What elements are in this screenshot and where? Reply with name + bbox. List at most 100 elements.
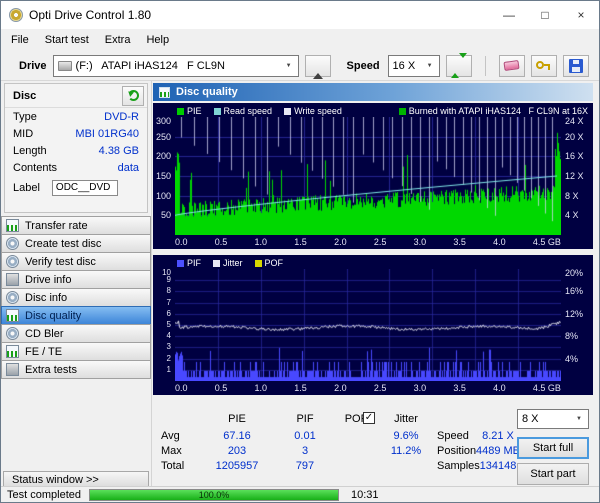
disc-field-type: Type DVD-R — [5, 108, 147, 125]
drive-select-value: (F:) ATAPI iHAS124 F CL9N — [76, 60, 225, 72]
sidebar-item-extra-tests[interactable]: Extra tests — [1, 360, 151, 379]
erase-disc-button[interactable] — [499, 55, 525, 77]
disc-label-input[interactable] — [52, 180, 118, 196]
pie-x-axis: 0.00.51.01.52.02.53.03.54.04.5 GB — [175, 235, 561, 248]
verify-disc-icon — [6, 255, 19, 268]
page-title: Disc quality — [176, 86, 238, 98]
burn-info: Burned with ATAPI iHAS124 F CL9N at 16X — [409, 106, 588, 116]
status-bar: Test completed 100.0% 10:31 — [1, 486, 599, 502]
window-controls: — □ × — [491, 1, 599, 29]
menu-file[interactable]: File — [3, 31, 37, 49]
start-part-button[interactable]: Start part — [517, 463, 589, 485]
close-button[interactable]: × — [563, 1, 599, 29]
pif-chart-legend: PIF Jitter POF — [153, 255, 593, 269]
drive-icon — [58, 61, 72, 71]
pie-chart-canvas — [175, 117, 561, 235]
col-header-pie: PIE — [203, 413, 271, 426]
col-header-pif: PIF — [279, 413, 331, 426]
sidebar-item-fe-te[interactable]: FE / TE — [1, 342, 151, 361]
maximize-button[interactable]: □ — [527, 1, 563, 29]
speed-select[interactable]: 16 X ▼ — [388, 55, 440, 77]
disc-box-title: Disc — [13, 90, 36, 102]
total-pie: 1205957 — [203, 460, 271, 473]
max-pie: 203 — [203, 445, 271, 458]
menu-help[interactable]: Help — [138, 31, 177, 49]
eraser-icon — [503, 60, 519, 71]
menu-extra[interactable]: Extra — [97, 31, 139, 49]
sidebar-item-transfer-rate[interactable]: Transfer rate — [1, 216, 151, 235]
window-title: Opti Drive Control 1.80 — [29, 8, 151, 22]
pif-x-axis: 0.00.51.01.52.02.53.03.54.04.5 GB — [175, 381, 561, 394]
read-speed-legend-swatch — [214, 108, 221, 115]
start-full-button[interactable]: Start full — [517, 437, 589, 459]
app-window: Opti Drive Control 1.80 — □ × File Start… — [0, 0, 600, 503]
cd-bler-icon — [6, 327, 19, 340]
pif-jitter-chart: PIF Jitter POF 10987654321 20%16%12%8%4%… — [153, 255, 593, 395]
progress-percent: 100.0% — [90, 490, 338, 500]
sidebar-item-disc-quality[interactable]: Disc quality — [1, 306, 151, 325]
write-speed-legend-swatch — [284, 108, 291, 115]
avg-pif: 0.01 — [279, 430, 331, 443]
toolbar-separator — [485, 56, 486, 76]
menu-bar: File Start test Extra Help — [1, 29, 599, 51]
sidebar-nav: Transfer rate Create test disc Verify te… — [1, 217, 151, 379]
refresh-icon — [128, 90, 139, 101]
jitter-checkbox[interactable]: ✓ — [363, 412, 375, 424]
eject-icon — [313, 58, 323, 73]
disc-field-length: Length 4.38 GB — [5, 142, 147, 159]
elapsed-time: 10:31 — [351, 489, 379, 501]
fe-te-icon — [6, 345, 19, 358]
up-down-arrows-icon — [451, 58, 467, 73]
speed-label: Speed — [347, 60, 380, 72]
jitter-y-axis-right: 20%16%12%8%4% — [561, 269, 593, 381]
avg-jitter: 9.6% — [381, 430, 431, 443]
minimize-button[interactable]: — — [491, 1, 527, 29]
disc-info-icon — [6, 291, 19, 304]
total-pif: 797 — [279, 460, 331, 473]
pif-legend-swatch — [177, 260, 184, 267]
speed-select-value: 16 X — [393, 60, 416, 72]
refresh-speeds-button[interactable] — [446, 55, 472, 77]
test-status: Test completed — [7, 489, 81, 501]
license-button[interactable] — [531, 55, 557, 77]
disc-info-box: Disc Type DVD-R MID MBI 01RG40 Length 4.… — [4, 83, 148, 213]
create-disc-icon — [6, 237, 19, 250]
disc-field-mid: MID MBI 01RG40 — [5, 125, 147, 142]
burn-info-swatch — [399, 108, 406, 115]
avg-pie: 67.16 — [203, 430, 271, 443]
page-title-bar: Disc quality — [153, 83, 593, 101]
disc-quality-nav-icon — [6, 309, 19, 322]
max-jitter: 11.2% — [381, 445, 431, 458]
test-speed-value: 8 X — [522, 413, 539, 425]
disc-field-contents: Contents data — [5, 159, 147, 176]
sidebar-item-verify-test-disc[interactable]: Verify test disc — [1, 252, 151, 271]
menu-start-test[interactable]: Start test — [37, 31, 97, 49]
sidebar-item-drive-info[interactable]: Drive info — [1, 270, 151, 289]
chevron-down-icon: ▼ — [572, 416, 586, 422]
save-results-button[interactable] — [563, 55, 589, 77]
pie-chart-legend: PIE Read speed Write speed Burned with A… — [153, 103, 593, 117]
pof-legend-swatch — [255, 260, 262, 267]
disc-quality-icon — [159, 87, 170, 98]
test-speed-select[interactable]: 8 X ▼ — [517, 409, 589, 429]
max-pif: 3 — [279, 445, 331, 458]
sidebar-item-disc-info[interactable]: Disc info — [1, 288, 151, 307]
sidebar-item-create-test-disc[interactable]: Create test disc — [1, 234, 151, 253]
jitter-legend-swatch — [213, 260, 220, 267]
drive-info-icon — [6, 273, 19, 286]
toolbar: Drive (F:) ATAPI iHAS124 F CL9N ▼ Speed … — [1, 51, 599, 81]
title-bar: Opti Drive Control 1.80 — □ × — [1, 1, 599, 29]
transfer-rate-icon — [6, 219, 19, 232]
pie-legend-swatch — [177, 108, 184, 115]
eject-button[interactable] — [305, 55, 331, 77]
disc-label-row: Label — [5, 179, 147, 196]
save-icon — [569, 59, 583, 73]
refresh-disc-button[interactable] — [122, 86, 144, 106]
app-icon — [9, 8, 23, 22]
chevron-down-icon: ▼ — [282, 63, 296, 69]
drive-select[interactable]: (F:) ATAPI iHAS124 F CL9N ▼ — [53, 55, 299, 77]
pie-y-axis-left: 30025020015010050 — [153, 117, 175, 235]
key-icon — [536, 58, 552, 73]
chevron-down-icon: ▼ — [423, 63, 437, 69]
sidebar-item-cd-bler[interactable]: CD Bler — [1, 324, 151, 343]
